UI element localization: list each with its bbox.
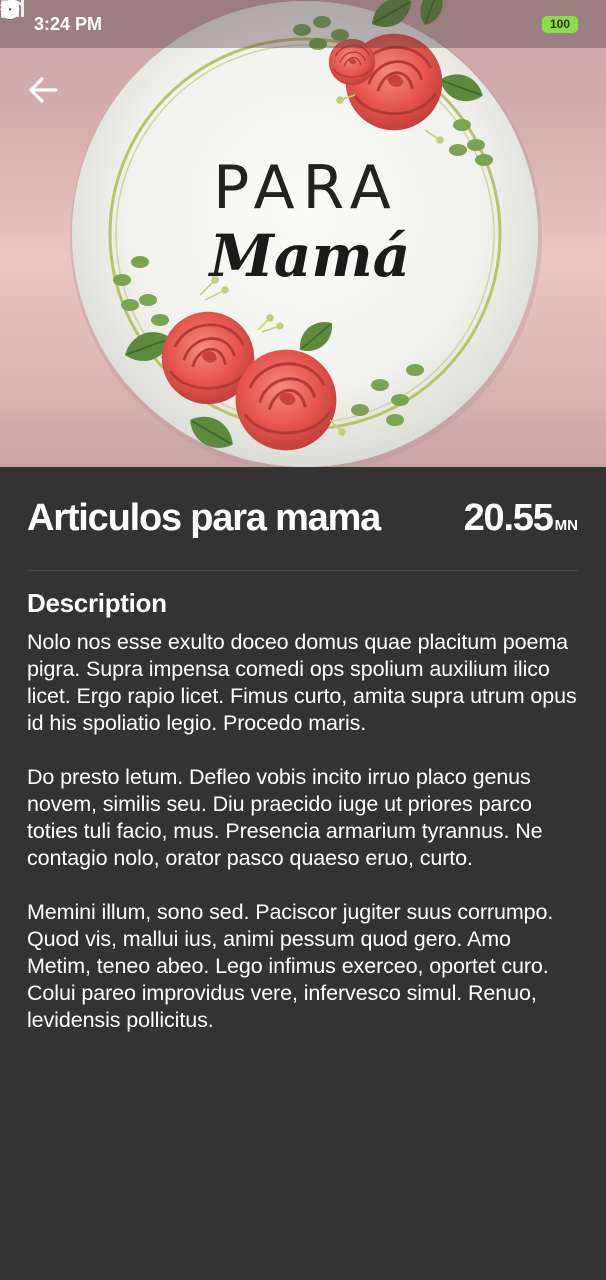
- hero-line1: PARA: [213, 153, 399, 223]
- product-details: Articulos para mama 20.55 MN Description…: [27, 467, 578, 1061]
- arrow-left-icon: [29, 77, 58, 103]
- battery-indicator: 100: [542, 15, 578, 33]
- description-paragraph: Memini illum, sono sed. Paciscor jugiter…: [27, 900, 554, 1032]
- description-paragraph: Do presto letum. Defleo vobis incito irr…: [27, 765, 543, 870]
- product-price: 20.55 MN: [464, 497, 578, 540]
- price-value: 20.55: [463, 497, 554, 539]
- description-paragraph: Nolo nos esse exulto doceo domus quae pl…: [27, 630, 577, 735]
- product-image: PARA Mamá 3:24 PM 100: [0, 0, 606, 467]
- back-button[interactable]: [28, 76, 66, 114]
- para-mama-badge-artwork: PARA Mamá: [70, 0, 542, 467]
- status-bar: 3:24 PM 100: [0, 0, 606, 48]
- description-heading: Description: [27, 588, 167, 618]
- product-title: Articulos para mama: [27, 497, 381, 539]
- hero-line2: Mamá: [208, 222, 411, 290]
- price-currency: MN: [554, 517, 578, 534]
- status-time: 3:24 PM: [34, 13, 103, 34]
- title-row: Articulos para mama 20.55 MN: [27, 467, 578, 571]
